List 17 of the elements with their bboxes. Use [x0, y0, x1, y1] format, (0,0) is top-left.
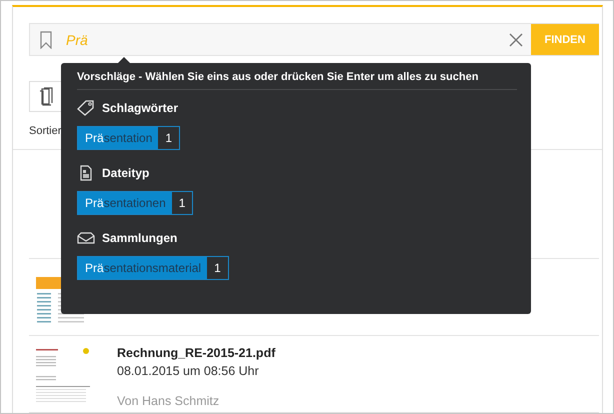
bookmark-icon[interactable]	[40, 30, 52, 48]
tag-icon	[77, 100, 95, 116]
group-title: Sammlungen	[102, 231, 178, 245]
suggestions-header: Vorschläge - Wählen Sie eins aus oder drücken Sie Enter um alles zu suchen	[77, 71, 517, 90]
sort-label: Sortier	[29, 125, 62, 137]
document-title[interactable]: Rechnung_RE-2015-21.pdf	[117, 346, 276, 360]
group-title: Schlagwörter	[102, 101, 178, 115]
group-title: Dateityp	[102, 166, 150, 180]
close-icon[interactable]	[509, 32, 523, 46]
inbox-icon	[77, 230, 95, 246]
documents-icon	[39, 86, 53, 106]
view-button[interactable]	[29, 81, 63, 112]
document-author: Von Hans Schmitz	[117, 394, 220, 408]
suggestion-chip[interactable]: Präsentationen 1	[77, 191, 194, 215]
document-date: 08.01.2015 um 08:56 Uhr	[117, 364, 260, 378]
suggestion-chip[interactable]: Präsentation 1	[77, 126, 180, 150]
suggestion-chip[interactable]: Präsentationsmaterial 1	[77, 256, 229, 280]
